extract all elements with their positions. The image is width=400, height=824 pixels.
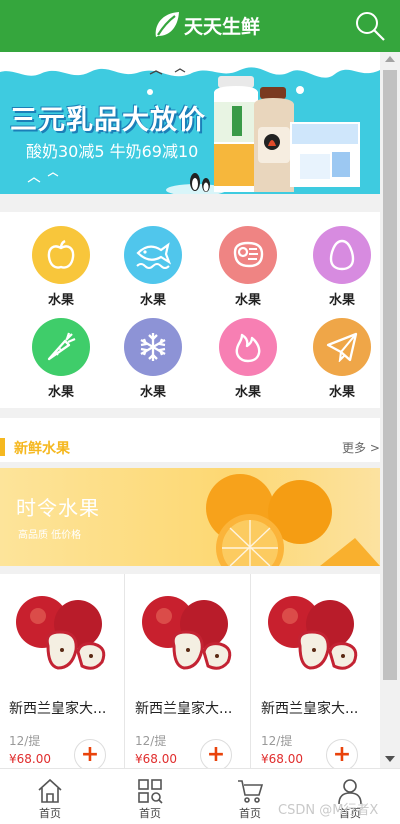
category-item[interactable]: 水果 <box>118 226 188 310</box>
category-item[interactable]: 水果 <box>118 318 188 402</box>
add-to-cart-button[interactable]: + <box>326 739 358 768</box>
apple-icon <box>32 226 90 284</box>
category-item[interactable]: 水果 <box>307 318 377 402</box>
nav-label: 首页 <box>39 807 61 820</box>
product-unit: 12/提 <box>135 734 167 748</box>
vertical-scrollbar[interactable] <box>380 52 400 768</box>
snowflake-icon <box>124 318 182 376</box>
plus-icon: + <box>206 742 226 767</box>
category-label: 水果 <box>234 293 261 308</box>
product-card[interactable]: 新西兰皇家大... 12/提 ¥68.00 + <box>0 574 125 768</box>
product-card[interactable]: 新西兰皇家大... 12/提 ¥68.00 + <box>126 574 251 768</box>
watermark: CSDN @M行者X <box>278 803 379 818</box>
category-item[interactable]: 水果 <box>307 226 377 310</box>
product-price: ¥68.00 <box>9 752 51 766</box>
category-label: 水果 <box>47 385 74 400</box>
category-label: 水果 <box>139 293 166 308</box>
scrollbar-thumb[interactable] <box>383 70 397 680</box>
seasonal-fruit-banner[interactable]: 时令水果 高品质 低价格 <box>0 468 380 566</box>
add-to-cart-button[interactable]: + <box>200 739 232 768</box>
scroll-up-arrow-icon[interactable] <box>385 56 395 62</box>
fish-icon <box>124 226 182 284</box>
cart-icon <box>238 780 264 803</box>
apple-product-image <box>16 596 106 670</box>
nav-label: 首页 <box>139 807 161 820</box>
category-item[interactable]: 水果 <box>213 318 283 402</box>
plus-icon: + <box>332 742 352 767</box>
promo-banner[interactable]: 三元乳品大放价 酸奶30减5 牛奶69减10 <box>0 52 380 194</box>
paper-plane-icon <box>313 318 371 376</box>
product-name: 新西兰皇家大... <box>135 701 233 717</box>
nav-item-home[interactable]: 首页 <box>20 777 80 823</box>
more-link[interactable]: 更多 > <box>342 439 380 456</box>
app-logo-text: 天天生鲜 <box>184 15 261 38</box>
section-accent-bar <box>0 438 5 456</box>
promo-title: 时令水果 <box>16 496 100 520</box>
product-price: ¥68.00 <box>261 752 303 766</box>
category-item[interactable]: 水果 <box>26 226 96 310</box>
product-card[interactable]: 新西兰皇家大... 12/提 ¥68.00 + <box>252 574 377 768</box>
apple-product-image <box>142 596 232 670</box>
bottom-nav: 首页 首页 首页 首页 CSDN @M行者X <box>0 768 400 824</box>
product-price: ¥68.00 <box>135 752 177 766</box>
product-list: 新西兰皇家大... 12/提 ¥68.00 + 新西兰皇家大... 12/提 ¥… <box>0 574 380 768</box>
product-name: 新西兰皇家大... <box>9 701 107 717</box>
orange-image <box>206 474 380 566</box>
category-label: 水果 <box>328 293 355 308</box>
search-icon[interactable] <box>354 10 386 42</box>
banner-title: 三元乳品大放价 <box>10 105 206 136</box>
main-content: 三元乳品大放价 酸奶30减5 牛奶69减10 水果 水果 水果 水果 水果 水果… <box>0 52 380 768</box>
fresh-fruit-section-header: 新鲜水果 更多 > <box>0 418 380 462</box>
category-label: 水果 <box>47 293 74 308</box>
nav-item-cart[interactable]: 首页 <box>220 777 280 823</box>
home-icon <box>38 778 62 803</box>
banner-subtitle: 酸奶30减5 牛奶69减10 <box>26 142 199 161</box>
scroll-down-arrow-icon[interactable] <box>385 756 395 762</box>
category-label: 水果 <box>328 385 355 400</box>
app-logo[interactable]: 天天生鲜 <box>152 6 260 44</box>
product-name: 新西兰皇家大... <box>261 701 359 717</box>
promo-subtitle: 高品质 低价格 <box>18 530 82 541</box>
app-header: 天天生鲜 <box>0 0 400 52</box>
product-unit: 12/提 <box>261 734 293 748</box>
nav-item-category[interactable]: 首页 <box>120 777 180 823</box>
category-grid: 水果 水果 水果 水果 水果 水果 水果 水果 <box>0 212 380 408</box>
category-item[interactable]: 水果 <box>213 226 283 310</box>
plus-icon: + <box>80 742 100 767</box>
fire-icon <box>219 318 277 376</box>
section-title: 新鲜水果 <box>14 441 70 457</box>
apple-product-image <box>268 596 358 670</box>
leaf-logo-icon <box>155 12 179 37</box>
category-label: 水果 <box>234 385 261 400</box>
meat-icon <box>219 226 277 284</box>
nav-label: 首页 <box>239 807 261 820</box>
add-to-cart-button[interactable]: + <box>74 739 106 768</box>
carrot-icon <box>32 318 90 376</box>
egg-icon <box>313 226 371 284</box>
category-search-icon <box>138 779 163 804</box>
product-unit: 12/提 <box>9 734 41 748</box>
category-label: 水果 <box>139 385 166 400</box>
category-item[interactable]: 水果 <box>26 318 96 402</box>
